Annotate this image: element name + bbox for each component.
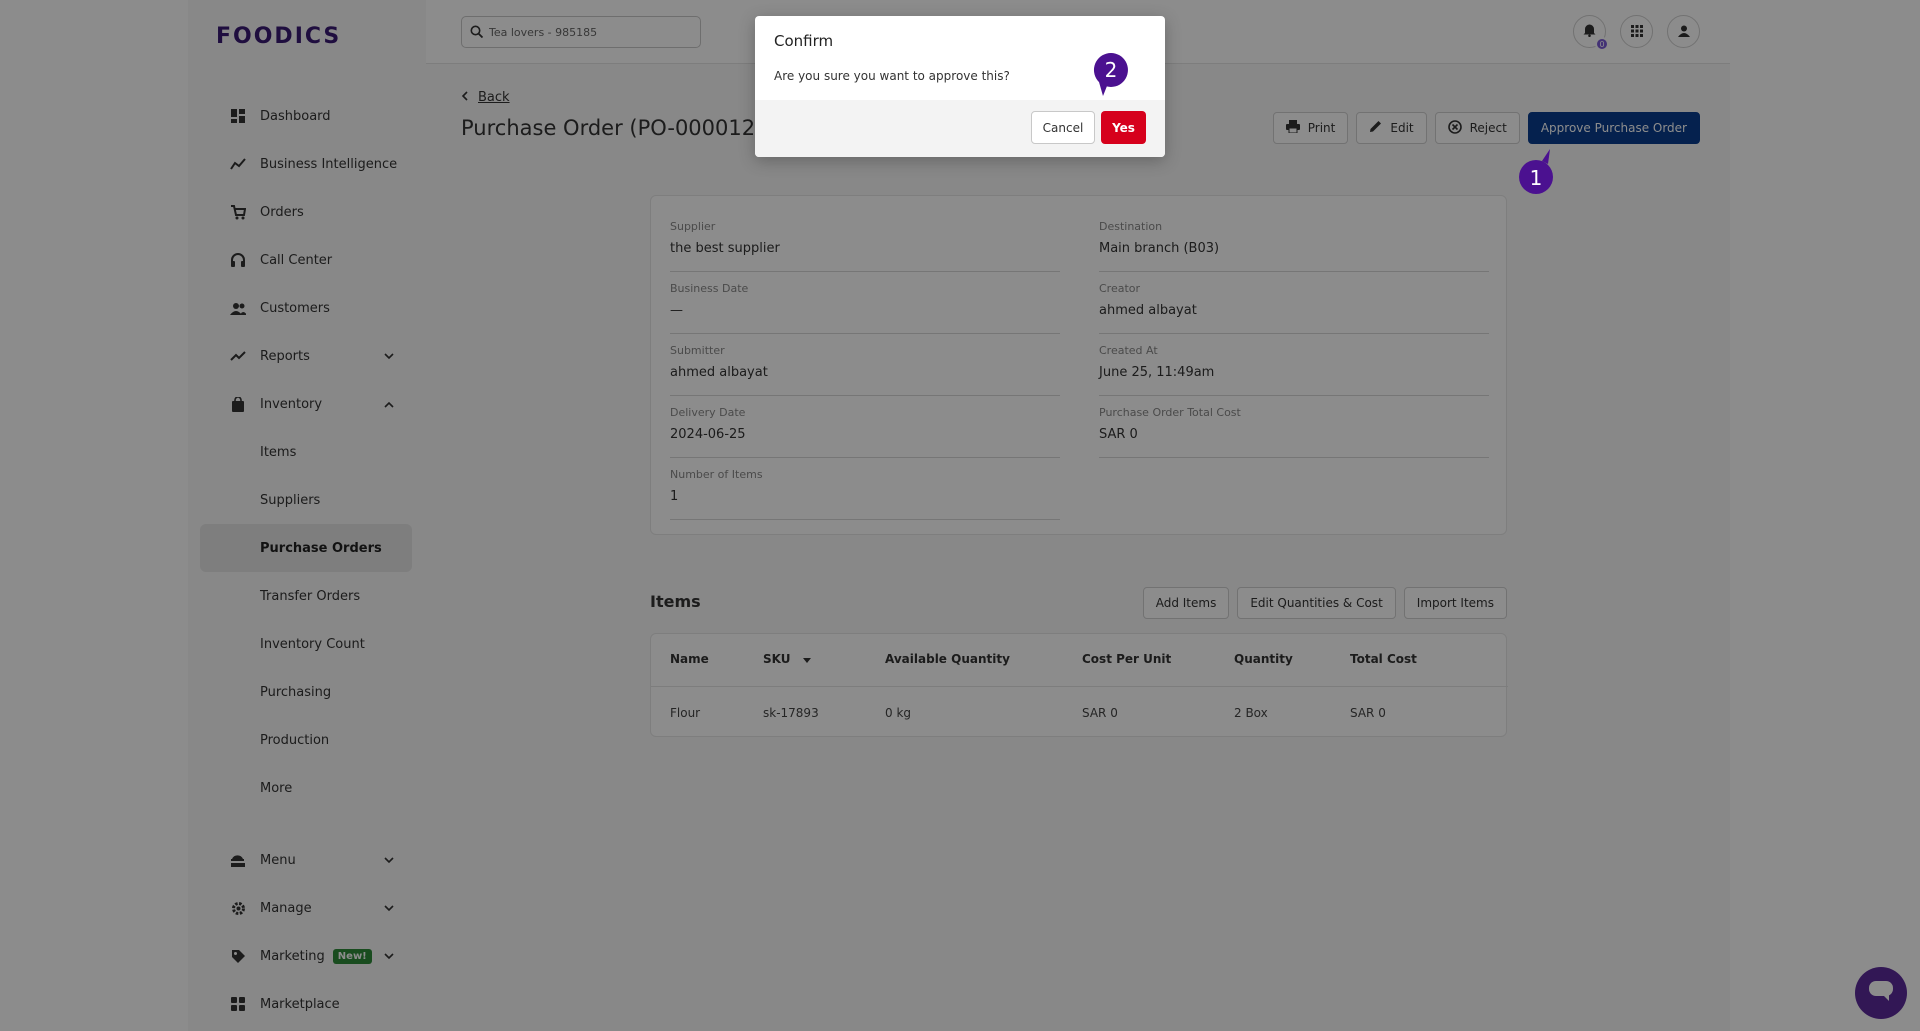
- dialog-message: Are you sure you want to approve this?: [774, 69, 1010, 83]
- step-marker-1: 1: [1518, 149, 1554, 196]
- yes-button[interactable]: Yes: [1101, 111, 1146, 144]
- cancel-button[interactable]: Cancel: [1031, 111, 1095, 144]
- dialog-footer: Cancel Yes: [755, 100, 1165, 157]
- step-marker-2: 2: [1093, 52, 1129, 96]
- step-marker-number: 2: [1104, 58, 1118, 82]
- step-marker-number: 1: [1529, 166, 1543, 190]
- dialog-title: Confirm: [774, 32, 834, 50]
